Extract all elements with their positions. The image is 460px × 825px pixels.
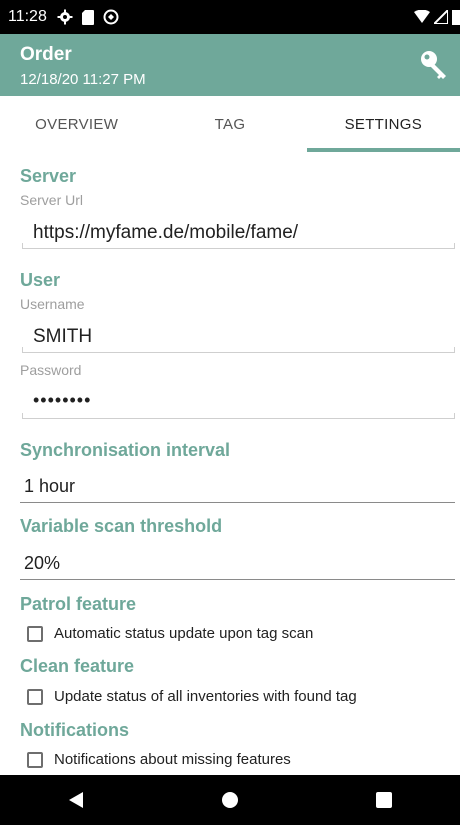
- clean-feature-heading: Clean feature: [20, 656, 135, 676]
- scan-threshold-heading: Variable scan threshold: [20, 516, 223, 536]
- page-subtitle: 12/18/20 11:27 PM: [20, 71, 146, 88]
- sync-interval-heading: Synchronisation interval: [20, 440, 231, 460]
- sd-card-icon: [81, 9, 95, 25]
- key-icon[interactable]: [418, 48, 450, 85]
- battery-icon: [452, 9, 460, 25]
- patrol-checkbox-label: Automatic status update upon tag scan: [54, 625, 314, 642]
- patrol-checkbox-row[interactable]: Automatic status update upon tag scan: [27, 625, 313, 642]
- home-icon[interactable]: [221, 791, 239, 809]
- notifications-checkbox-row[interactable]: Notifications about missing features: [27, 751, 291, 768]
- server-heading: Server: [20, 166, 77, 186]
- password-underline: [22, 413, 455, 419]
- patrol-checkbox[interactable]: [27, 625, 43, 642]
- app-bar: Order 12/18/20 11:27 PM: [0, 34, 460, 96]
- page-title: Order: [20, 44, 72, 65]
- signal-icon: [434, 10, 448, 24]
- tab-tag[interactable]: TAG: [153, 96, 306, 152]
- sync-interval-underline: [20, 502, 455, 503]
- username-label: Username: [20, 296, 85, 312]
- clean-checkbox-label: Update status of all inventories with fo…: [54, 688, 357, 705]
- server-url-underline: [22, 243, 455, 249]
- status-bar: 11:28: [0, 0, 460, 34]
- recents-icon[interactable]: [375, 792, 392, 808]
- notifications-checkbox-label: Notifications about missing features: [54, 751, 291, 768]
- tab-bar: OVERVIEW TAG SETTINGS: [0, 96, 460, 152]
- server-url-field[interactable]: https://myfame.de/mobile/fame/: [33, 222, 298, 244]
- wifi-icon: [414, 10, 430, 24]
- server-url-label: Server Url: [20, 192, 84, 208]
- sync-interval-select[interactable]: 1 hour: [24, 476, 75, 497]
- notifications-heading: Notifications: [20, 720, 130, 740]
- back-icon[interactable]: [68, 791, 84, 809]
- user-heading: User: [20, 270, 61, 290]
- scan-threshold-underline: [20, 579, 455, 580]
- tab-settings[interactable]: SETTINGS: [306, 96, 460, 152]
- username-underline: [22, 347, 455, 353]
- password-field[interactable]: ••••••••: [33, 390, 91, 411]
- clean-checkbox-row[interactable]: Update status of all inventories with fo…: [27, 688, 357, 705]
- username-field[interactable]: SMITH: [33, 326, 92, 348]
- settings-gear-icon: [57, 9, 73, 25]
- password-label: Password: [20, 362, 82, 378]
- clean-checkbox[interactable]: [27, 688, 43, 705]
- scan-threshold-select[interactable]: 20%: [24, 553, 60, 574]
- nav-bar: [0, 775, 460, 825]
- sync-icon: [103, 9, 119, 25]
- tab-overview[interactable]: OVERVIEW: [0, 96, 153, 152]
- status-time: 11:28: [8, 8, 47, 25]
- notifications-checkbox[interactable]: [27, 751, 43, 768]
- status-right-icons: [414, 0, 460, 34]
- patrol-feature-heading: Patrol feature: [20, 594, 137, 614]
